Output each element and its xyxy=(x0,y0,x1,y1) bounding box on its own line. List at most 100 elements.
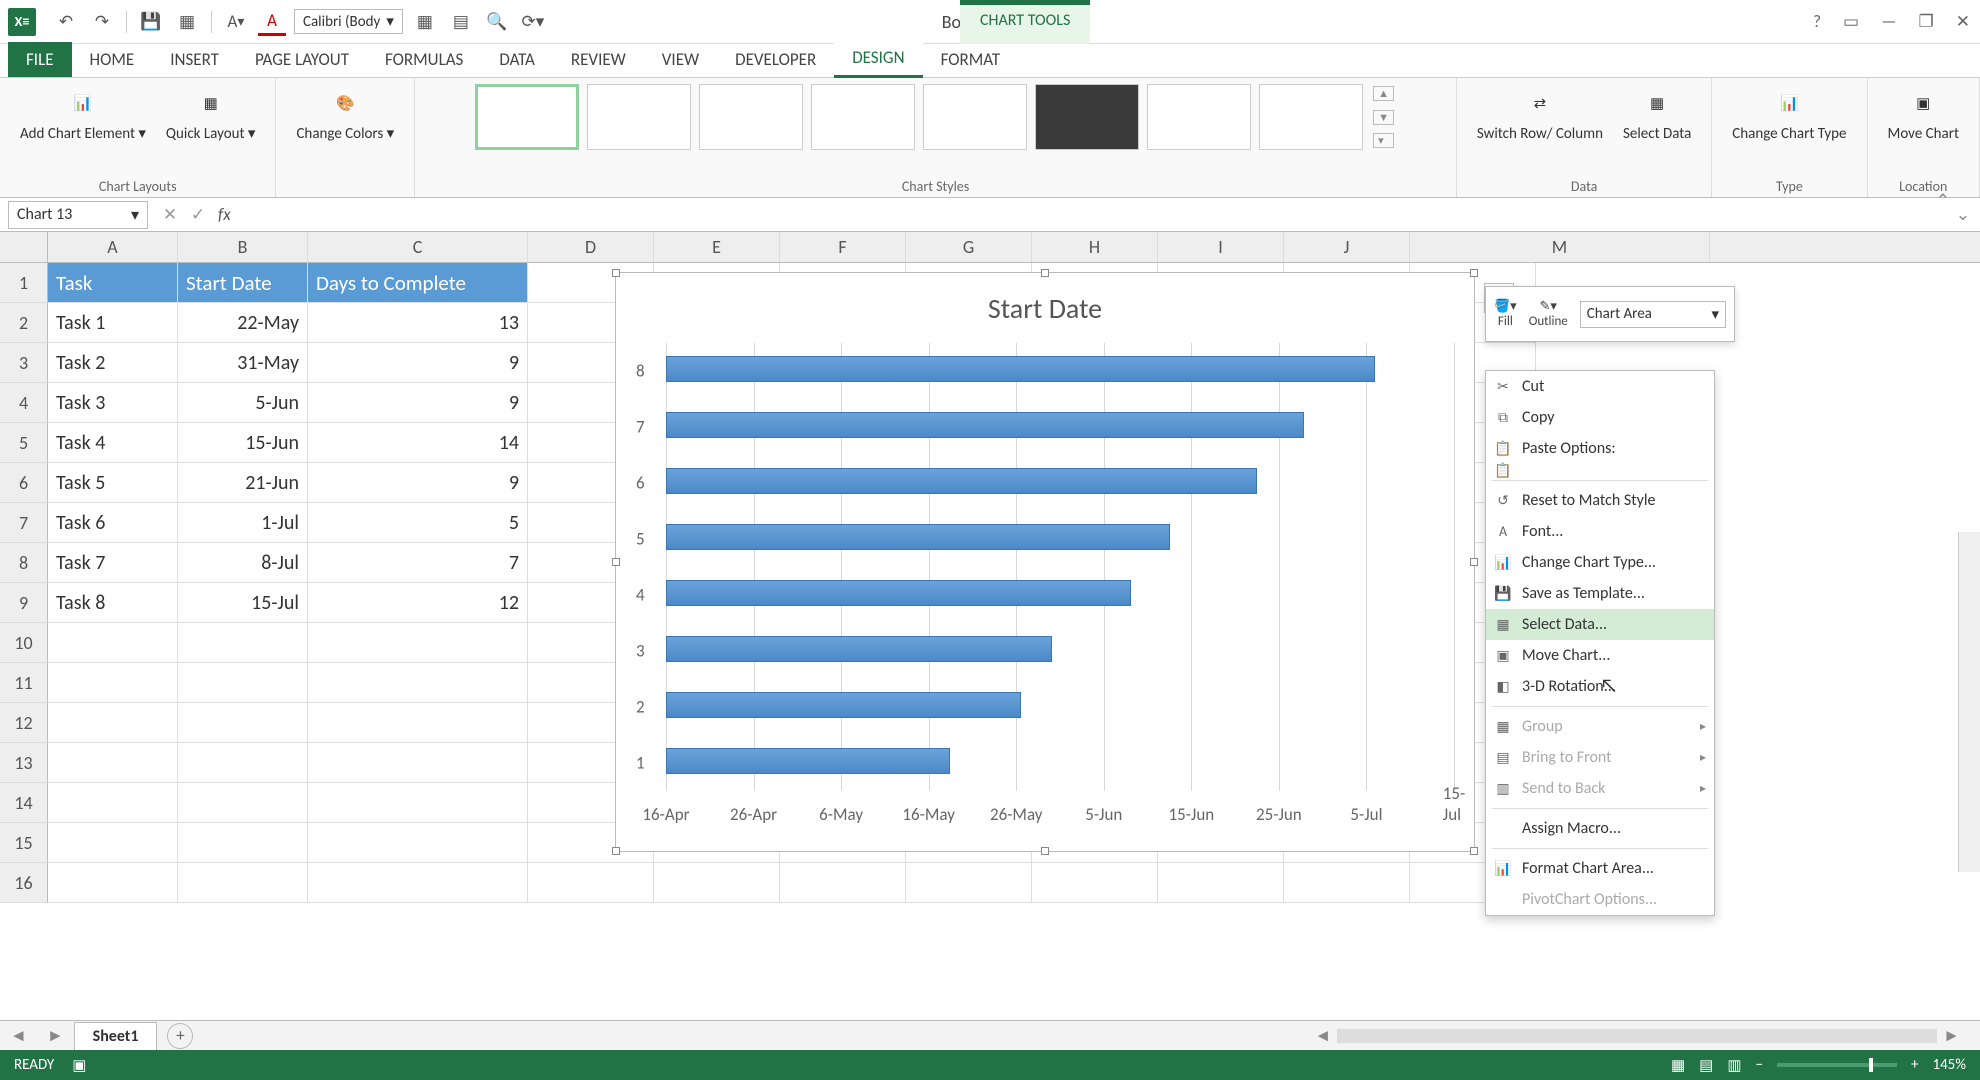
save-button[interactable]: 💾 xyxy=(137,8,165,36)
view-layout-icon[interactable]: ▤ xyxy=(1699,1056,1713,1075)
view-normal-icon[interactable]: ▦ xyxy=(1671,1056,1685,1075)
move-chart-button[interactable]: ▣Move Chart xyxy=(1882,84,1965,147)
select-all-corner[interactable] xyxy=(0,232,48,262)
ctx-paste-options-[interactable]: 📋Paste Options: xyxy=(1486,433,1714,464)
row-header-13[interactable]: 13 xyxy=(0,743,48,783)
data-cell[interactable]: Task 5 xyxy=(48,463,178,503)
chart-style-1[interactable] xyxy=(475,84,579,150)
embedded-chart[interactable]: + Start Date 16-Apr26-Apr6-May16-May26-M… xyxy=(615,272,1475,852)
data-cell[interactable]: 5-Jun xyxy=(178,383,308,423)
chart-bar[interactable] xyxy=(666,412,1304,438)
data-cell[interactable]: 21-Jun xyxy=(178,463,308,503)
outline-button[interactable]: ✎▾Outline xyxy=(1529,299,1568,329)
chart-style-5[interactable] xyxy=(923,84,1027,150)
macro-record-icon[interactable]: ▣ xyxy=(72,1056,86,1075)
tab-review[interactable]: REVIEW xyxy=(553,42,644,77)
styles-more[interactable]: ▾ xyxy=(1373,133,1394,148)
data-cell[interactable]: 1-Jul xyxy=(178,503,308,543)
hscroll-left[interactable]: ◄ xyxy=(1314,1025,1331,1046)
data-cell[interactable] xyxy=(308,863,528,903)
data-cell[interactable]: Task 4 xyxy=(48,423,178,463)
data-cell[interactable]: 7 xyxy=(308,543,528,583)
collapse-ribbon-icon[interactable]: ⌃ xyxy=(1936,190,1950,211)
sheet-tab-sheet1[interactable]: Sheet1 xyxy=(74,1022,158,1050)
zoom-in-button[interactable]: + xyxy=(1911,1056,1918,1074)
col-header-H[interactable]: H xyxy=(1032,232,1158,262)
qa-icon-3[interactable]: 🔍 xyxy=(483,8,511,36)
hscroll-right[interactable]: ► xyxy=(1943,1025,1960,1046)
tab-design[interactable]: DESIGN xyxy=(834,40,922,78)
row-header-16[interactable]: 16 xyxy=(0,863,48,903)
zoom-out-button[interactable]: − xyxy=(1756,1056,1763,1074)
restore-button[interactable]: ❐ xyxy=(1919,11,1934,32)
tab-view[interactable]: VIEW xyxy=(644,42,717,77)
chart-style-8[interactable] xyxy=(1259,84,1363,150)
data-cell[interactable]: 9 xyxy=(308,383,528,423)
chart-style-6[interactable] xyxy=(1035,84,1139,150)
empty-cell[interactable] xyxy=(1158,863,1284,903)
ctx-assign-macro-[interactable]: Assign Macro... xyxy=(1486,813,1714,844)
chart-style-3[interactable] xyxy=(699,84,803,150)
ctx-format-chart-area-[interactable]: 📊Format Chart Area... xyxy=(1486,853,1714,884)
data-cell[interactable] xyxy=(178,663,308,703)
ctx-font-[interactable]: AFont... xyxy=(1486,516,1714,547)
header-cell[interactable]: Task xyxy=(48,263,178,303)
data-cell[interactable] xyxy=(178,703,308,743)
data-cell[interactable]: 8-Jul xyxy=(178,543,308,583)
data-cell[interactable]: 14 xyxy=(308,423,528,463)
data-cell[interactable] xyxy=(178,823,308,863)
row-header-1[interactable]: 1 xyxy=(0,263,48,303)
ctx-move-chart-[interactable]: ▣Move Chart... xyxy=(1486,640,1714,671)
chart-style-7[interactable] xyxy=(1147,84,1251,150)
row-header-8[interactable]: 8 xyxy=(0,543,48,583)
vertical-scrollbar[interactable] xyxy=(1958,532,1980,872)
minimize-button[interactable]: — xyxy=(1881,11,1896,32)
row-header-11[interactable]: 11 xyxy=(0,663,48,703)
ctx-change-chart-type-[interactable]: 📊Change Chart Type... xyxy=(1486,547,1714,578)
zoom-slider[interactable] xyxy=(1777,1063,1897,1067)
select-data-button[interactable]: ▦Select Data xyxy=(1617,84,1697,147)
horizontal-scrollbar[interactable] xyxy=(1337,1029,1937,1043)
chart-title[interactable]: Start Date xyxy=(616,291,1474,326)
col-header-G[interactable]: G xyxy=(906,232,1032,262)
ctx-copy[interactable]: ⧉Copy xyxy=(1486,402,1714,433)
tab-developer[interactable]: DEVELOPER xyxy=(717,42,834,77)
tab-page-layout[interactable]: PAGE LAYOUT xyxy=(237,42,367,77)
fill-button[interactable]: 🪣▾Fill xyxy=(1494,299,1517,329)
tab-formulas[interactable]: FORMULAS xyxy=(367,42,481,77)
zoom-level[interactable]: 145% xyxy=(1932,1056,1966,1074)
col-header-E[interactable]: E xyxy=(654,232,780,262)
chart-bar[interactable] xyxy=(666,468,1257,494)
chart-element-selector[interactable]: Chart Area▾ xyxy=(1580,301,1726,328)
row-header-6[interactable]: 6 xyxy=(0,463,48,503)
formula-enter[interactable]: ✓ xyxy=(184,204,212,225)
row-header-14[interactable]: 14 xyxy=(0,783,48,823)
sheet-nav-next[interactable]: ► xyxy=(37,1025,74,1046)
data-cell[interactable] xyxy=(178,863,308,903)
tab-insert[interactable]: INSERT xyxy=(152,42,237,77)
col-header-J[interactable]: J xyxy=(1284,232,1410,262)
help-button[interactable]: ? xyxy=(1813,11,1821,32)
data-cell[interactable]: 12 xyxy=(308,583,528,623)
chart-bar[interactable] xyxy=(666,524,1170,550)
col-header-B[interactable]: B xyxy=(178,232,308,262)
empty-cell[interactable] xyxy=(528,863,654,903)
undo-button[interactable]: ↶ xyxy=(52,8,80,36)
data-cell[interactable] xyxy=(48,783,178,823)
data-cell[interactable] xyxy=(308,663,528,703)
data-cell[interactable] xyxy=(48,823,178,863)
chart-bar[interactable] xyxy=(666,356,1375,382)
data-cell[interactable]: 31-May xyxy=(178,343,308,383)
data-cell[interactable]: 22-May xyxy=(178,303,308,343)
chart-bar[interactable] xyxy=(666,748,950,774)
col-header-C[interactable]: C xyxy=(308,232,528,262)
styles-scroll-down[interactable]: ▼ xyxy=(1373,110,1394,125)
font-selector[interactable]: Calibri (Body▾ xyxy=(294,9,403,34)
data-cell[interactable]: 5 xyxy=(308,503,528,543)
tab-data[interactable]: DATA xyxy=(481,42,553,77)
chart-bar[interactable] xyxy=(666,692,1021,718)
data-cell[interactable] xyxy=(178,743,308,783)
data-cell[interactable]: 15-Jun xyxy=(178,423,308,463)
data-cell[interactable] xyxy=(308,743,528,783)
row-header-15[interactable]: 15 xyxy=(0,823,48,863)
